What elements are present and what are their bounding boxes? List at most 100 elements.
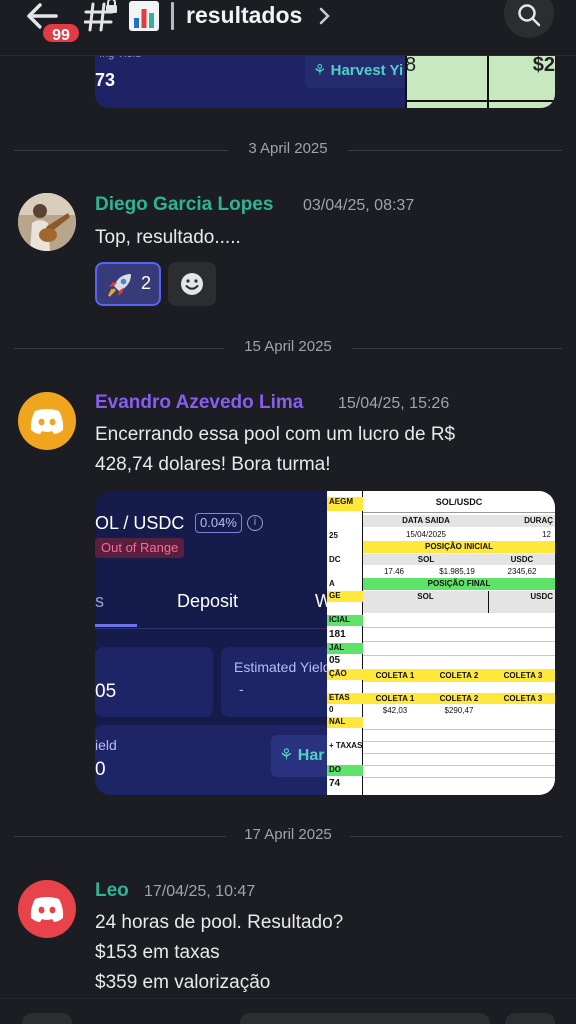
yield-value: 73 — [95, 70, 116, 90]
sheet-section-cell: POSIÇÃO INICIAL — [363, 541, 555, 553]
sheet-header-cell: COLETA 3 — [491, 669, 555, 682]
search-icon — [518, 4, 541, 27]
sheet-gridline — [363, 765, 555, 766]
harvest-label: Har — [297, 747, 325, 764]
reaction-rocket[interactable]: 2 — [95, 262, 161, 306]
message-text-line: $359 em valorização — [95, 972, 271, 993]
message-input[interactable] — [240, 1013, 490, 1024]
sheet-header-cell: SOL — [363, 591, 489, 613]
message-text: Top, resultado..... — [95, 227, 241, 248]
sheet-header-cell: DURAÇ — [489, 515, 555, 527]
message-text-line: Encerrando essa pool com um lucro de R$ — [95, 424, 456, 445]
sheet-label: + TAXAS — [329, 741, 363, 750]
add-reaction-button[interactable] — [168, 262, 216, 306]
stat-value: 05 — [95, 681, 117, 702]
author-name[interactable]: Evandro Azevedo Lima — [95, 392, 303, 414]
discord-logo-icon — [30, 409, 64, 434]
header-separator — [171, 2, 174, 30]
sheet-gridline — [363, 741, 555, 742]
author-name[interactable]: Leo — [95, 880, 129, 902]
attach-button[interactable] — [22, 1013, 72, 1024]
sheet-gridline — [363, 655, 555, 656]
image-attachment[interactable]: OL / USDC 0.04% i Out of Range s Deposit… — [95, 491, 555, 795]
message-text-line: 24 horas de pool. Resultado? — [95, 912, 344, 933]
pool-dashboard: OL / USDC 0.04% i Out of Range s Deposit… — [95, 491, 332, 795]
channel-name[interactable]: resultados — [186, 2, 302, 29]
sheet-gridline — [405, 100, 555, 102]
channel-header: 99 resultados — [0, 0, 576, 56]
sheet-value-cell: $42,03 — [382, 706, 408, 715]
sheet-header-cell: COLETA 1 — [363, 669, 427, 682]
sprout-icon: ⚘ — [313, 62, 331, 79]
voice-button[interactable] — [505, 1013, 555, 1024]
tab-1: s — [95, 591, 104, 611]
stat-card — [221, 647, 331, 717]
composer-bar — [0, 998, 576, 1024]
sheet-header-cell: COLETA 3 — [491, 693, 555, 704]
sheet-gridline — [363, 729, 555, 730]
harvest-button-crop: ⚘ Harvest Yi — [305, 54, 415, 88]
divider-date: 15 April 2025 — [14, 338, 562, 355]
sheet-value-cell: 12 — [542, 530, 551, 539]
sheet-label: NAL — [327, 717, 363, 728]
hashtag-lock-icon — [84, 0, 117, 32]
message-text-line: 428,74 dolares! Bora turma! — [95, 454, 331, 475]
stat-label: ield — [95, 737, 117, 753]
sheet-header-cell: COLETA 2 — [427, 693, 491, 704]
avatar-leo[interactable] — [18, 880, 76, 938]
message-timestamp: 17/04/25, 10:47 — [144, 883, 256, 900]
sheet-value-cell: $290,47 — [444, 706, 474, 715]
divider-date: 17 April 2025 — [14, 826, 562, 843]
sheet-gridline — [363, 627, 555, 628]
sheet-header-cell: COLETA 1 — [363, 693, 427, 704]
range-status-badge: Out of Range — [95, 538, 185, 558]
sheet-right-value: $2 — [532, 54, 555, 76]
dashboard-tabs: s Deposit W — [95, 583, 332, 629]
sheet-label: AEGM — [327, 497, 363, 511]
sheet-label: ÇÃO — [327, 669, 363, 680]
bar-chart-icon — [129, 1, 159, 31]
fee-badge: 0.04% — [195, 513, 242, 533]
message-text-line: $153 em taxas — [95, 942, 220, 963]
harvest-button-crop: ⚘ Har — [271, 735, 331, 777]
sheet-gridline — [363, 777, 555, 778]
author-name[interactable]: Diego Garcia Lopes — [95, 194, 273, 216]
sheet-label: A — [329, 579, 335, 588]
rocket-icon — [105, 270, 135, 305]
sheet-label: ETAS — [327, 693, 363, 704]
sheet-header-cell: USDC — [489, 591, 555, 613]
sheet-header-cell: SOL — [363, 554, 489, 565]
avatar-diego[interactable] — [18, 193, 76, 251]
sprout-icon: ⚘ — [279, 747, 298, 764]
stat-value: 0 — [95, 759, 106, 780]
stat-label: Estimated Yield — [234, 659, 331, 675]
sheet-label: JAL — [327, 643, 363, 654]
sheet-value-cell: 15/04/2025 — [405, 530, 447, 539]
pool-pair: OL / USDC — [95, 513, 185, 533]
sheet-title: SOL/USDC — [363, 491, 555, 513]
sheet-section-cell: POSIÇÃO FINAL — [363, 578, 555, 590]
sheet-label: 25 — [329, 531, 338, 540]
discord-logo-icon — [30, 897, 64, 922]
chevron-right-icon[interactable] — [318, 6, 332, 26]
search-button[interactable] — [504, 0, 554, 38]
sheet-header-cell: COLETA 2 — [427, 669, 491, 682]
sheet-label: DC — [329, 555, 341, 564]
user-photo — [18, 193, 76, 251]
message-timestamp: 03/04/25, 08:37 — [303, 197, 415, 214]
sheet-label: 05 — [329, 655, 341, 666]
sheet-label: DO — [327, 765, 363, 776]
sheet-label: GE — [327, 591, 363, 602]
divider-date: 3 April 2025 — [14, 140, 562, 157]
sheet-header-cell: DATA SAIDA — [363, 515, 489, 527]
date-divider: 15 April 2025 — [14, 338, 562, 358]
avatar-evandro[interactable] — [18, 392, 76, 450]
sheet-label: 181 — [329, 629, 346, 640]
active-tab-indicator — [95, 624, 137, 627]
sheet-value-cell: 17.46 — [383, 567, 405, 576]
date-divider: 3 April 2025 — [14, 140, 562, 160]
tab-deposit: Deposit — [177, 591, 239, 611]
sheet-value-cell: 2345,62 — [507, 567, 537, 576]
results-spreadsheet: AEGM 25 DC A GE ICIAL 181 JAL 05 ÇÃO ETA… — [327, 491, 555, 795]
stat-value: - — [239, 681, 244, 697]
